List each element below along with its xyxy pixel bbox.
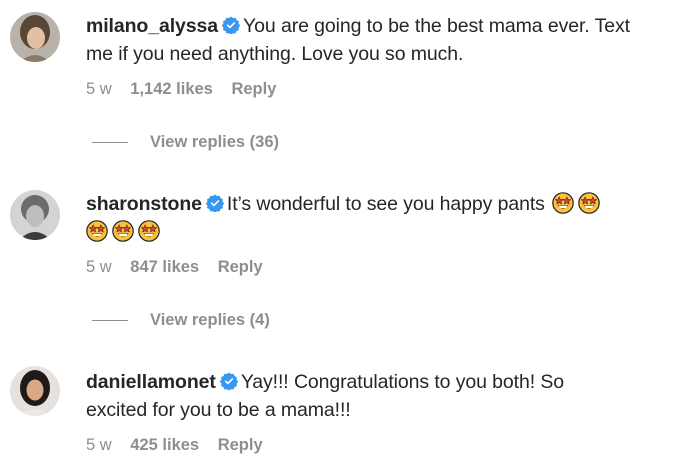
view-replies-label: View replies (4): [150, 311, 270, 329]
comment-text: milano_alyssa You are going to be the bes…: [86, 12, 660, 68]
view-replies-label: View replies (36): [150, 133, 280, 151]
comment-line-2: excited for you to be a mama!!!: [86, 399, 351, 421]
likes-count[interactable]: 847 likes: [130, 258, 199, 276]
replies-divider: [92, 142, 128, 144]
likes-count[interactable]: 1,142 likes: [130, 80, 213, 98]
verified-badge-icon: [206, 194, 224, 212]
star-struck-emoji-icon: [138, 220, 160, 242]
likes-count[interactable]: 425 likes: [130, 436, 199, 454]
replies-divider: [92, 320, 128, 322]
comment-line-2: me if you need anything. Love you so muc…: [86, 43, 464, 65]
view-replies-button[interactable]: View replies (36): [92, 133, 279, 152]
comment-age[interactable]: 5 w: [86, 80, 112, 98]
comment-meta: 5 w 1,142 likes Reply: [86, 80, 290, 99]
star-struck-emoji-icon: [578, 192, 600, 214]
view-replies-button[interactable]: View replies (4): [92, 311, 270, 330]
star-struck-emoji-icon: [552, 192, 574, 214]
comment-age[interactable]: 5 w: [86, 258, 112, 276]
comment-meta: 5 w 425 likes Reply: [86, 436, 277, 455]
reply-button[interactable]: Reply: [218, 436, 263, 454]
comment-text: daniellamonet Yay!!! Congratulations to y…: [86, 368, 660, 424]
comment-text: sharonstone It’s wonderful to see you hap…: [86, 190, 660, 246]
reply-button[interactable]: Reply: [231, 80, 276, 98]
reply-button[interactable]: Reply: [218, 258, 263, 276]
verified-badge-icon: [220, 372, 238, 390]
comment-age[interactable]: 5 w: [86, 436, 112, 454]
comment-meta: 5 w 847 likes Reply: [86, 258, 277, 277]
username[interactable]: daniellamonet: [86, 371, 216, 393]
avatar[interactable]: [10, 366, 60, 416]
comment-line-1: Yay!!! Congratulations to you both! So: [240, 371, 565, 393]
star-struck-emoji-icon: [112, 220, 134, 242]
comment-line-1: You are going to be the best mama ever. …: [243, 15, 630, 37]
verified-badge-icon: [222, 16, 240, 34]
avatar[interactable]: [10, 190, 60, 240]
comment-line-1: It’s wonderful to see you happy pants: [226, 193, 545, 215]
avatar[interactable]: [10, 12, 60, 62]
username[interactable]: sharonstone: [86, 193, 202, 215]
star-struck-emoji-icon: [86, 220, 108, 242]
username[interactable]: milano_alyssa: [86, 15, 218, 37]
